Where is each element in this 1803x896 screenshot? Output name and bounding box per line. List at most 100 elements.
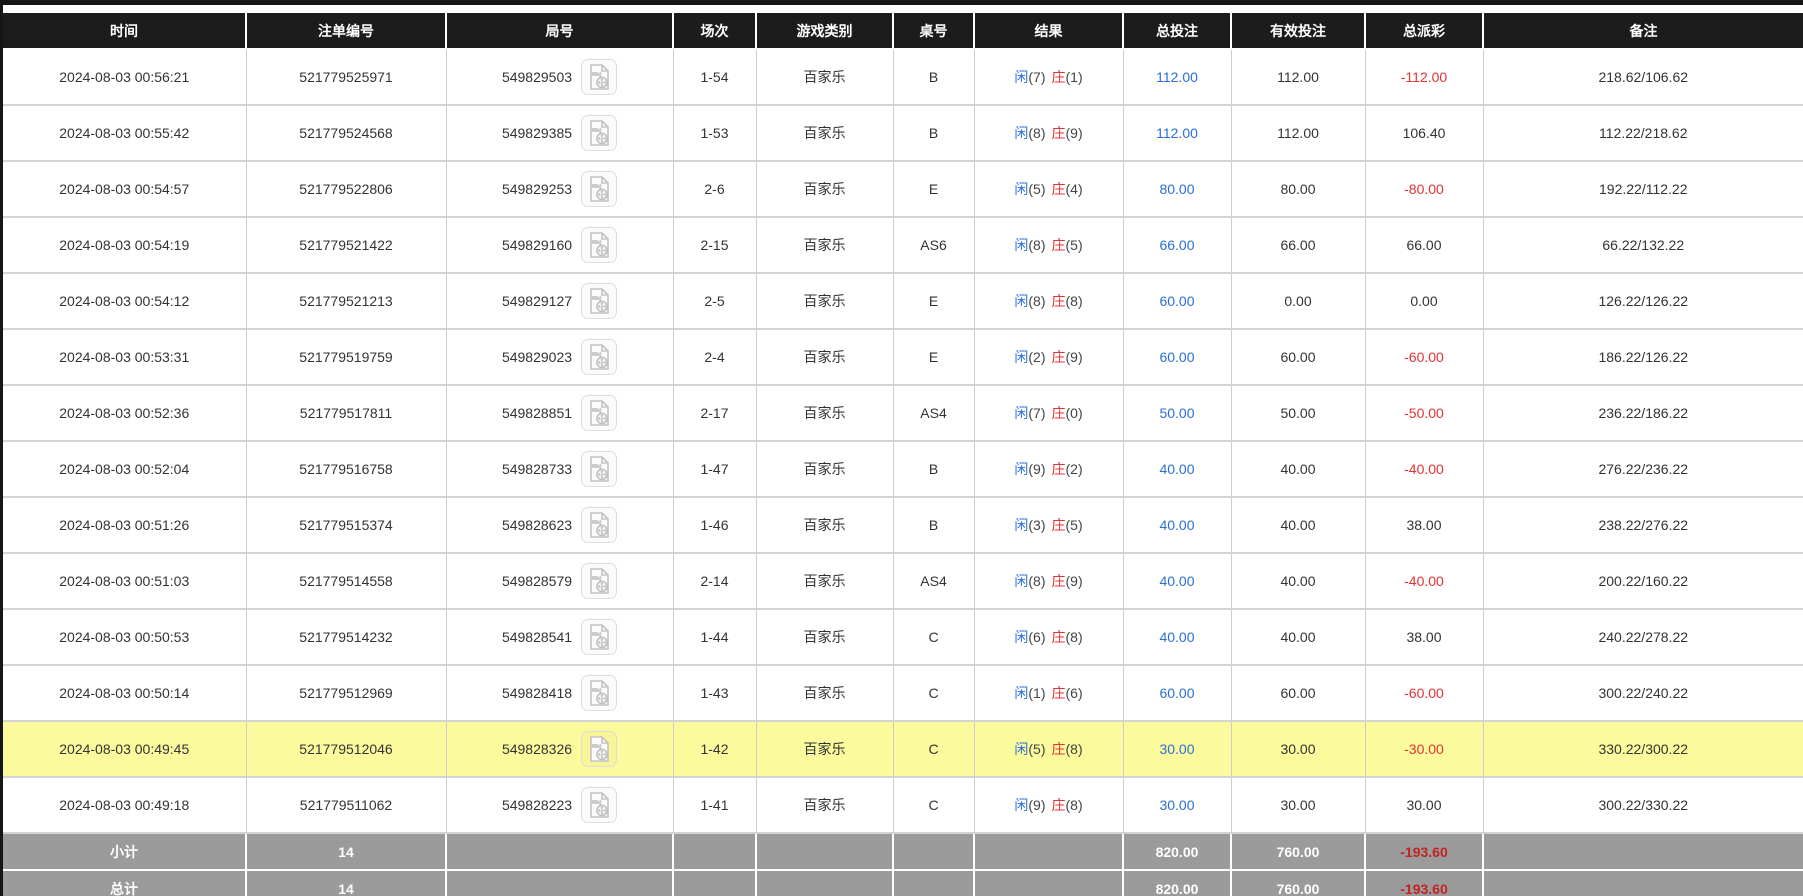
- result-banker-label: 庄: [1052, 797, 1066, 813]
- video-replay-icon[interactable]: [581, 283, 617, 319]
- cell-remark: 112.22/218.62: [1483, 105, 1803, 161]
- cell-payout: 0.00: [1365, 273, 1483, 329]
- table-wrap: 时间 注单编号 局号 场次 游戏类别 桌号 结果 总投注 有效投注 总派彩 备注…: [0, 5, 1803, 896]
- summary-empty-game: [756, 833, 893, 870]
- cell-time: 2024-08-03 00:54:19: [3, 217, 246, 273]
- table-row[interactable]: 2024-08-03 00:53:31 521779519759 5498290…: [3, 329, 1803, 385]
- table-row[interactable]: 2024-08-03 00:56:21 521779525971 5498295…: [3, 49, 1803, 105]
- bet-records-page: 时间 注单编号 局号 场次 游戏类别 桌号 结果 总投注 有效投注 总派彩 备注…: [0, 0, 1803, 896]
- cell-bet-id: 521779522806: [246, 161, 446, 217]
- cell-table-no: C: [893, 777, 974, 833]
- cell-game-type: 百家乐: [756, 385, 893, 441]
- cell-round-id: 549828851: [446, 385, 673, 441]
- result-banker-label: 庄: [1052, 685, 1066, 701]
- cell-valid-bet: 50.00: [1231, 385, 1365, 441]
- summary-label: 小计: [3, 833, 246, 870]
- column-header-table-no: 桌号: [893, 13, 974, 49]
- video-replay-icon[interactable]: [581, 619, 617, 655]
- table-row[interactable]: 2024-08-03 00:54:12 521779521213 5498291…: [3, 273, 1803, 329]
- cell-total-bet: 112.00: [1123, 49, 1231, 105]
- table-row[interactable]: 2024-08-03 00:51:03 521779514558 5498285…: [3, 553, 1803, 609]
- cell-round-id: 549829127: [446, 273, 673, 329]
- cell-total-bet: 80.00: [1123, 161, 1231, 217]
- cell-valid-bet: 112.00: [1231, 49, 1365, 105]
- cell-game-type: 百家乐: [756, 49, 893, 105]
- video-replay-icon[interactable]: [581, 339, 617, 375]
- round-number: 549828851: [502, 405, 572, 421]
- summary-empty-session: [673, 870, 756, 896]
- cell-time: 2024-08-03 00:54:57: [3, 161, 246, 217]
- summary-empty-table: [893, 870, 974, 896]
- cell-game-type: 百家乐: [756, 273, 893, 329]
- cell-total-bet: 66.00: [1123, 217, 1231, 273]
- video-replay-icon[interactable]: [581, 563, 617, 599]
- result-banker-points: (6): [1066, 685, 1083, 701]
- video-replay-icon[interactable]: [581, 227, 617, 263]
- cell-time: 2024-08-03 00:52:04: [3, 441, 246, 497]
- result-banker-points: (8): [1066, 741, 1083, 757]
- video-replay-icon[interactable]: [581, 787, 617, 823]
- video-replay-icon[interactable]: [581, 451, 617, 487]
- video-replay-icon[interactable]: [581, 395, 617, 431]
- video-replay-icon[interactable]: [581, 115, 617, 151]
- cell-payout: 30.00: [1365, 777, 1483, 833]
- table-row[interactable]: 2024-08-03 00:50:53 521779514232 5498285…: [3, 609, 1803, 665]
- summary-empty-table: [893, 833, 974, 870]
- cell-game-type: 百家乐: [756, 609, 893, 665]
- cell-bet-id: 521779512046: [246, 721, 446, 777]
- video-replay-icon[interactable]: [581, 507, 617, 543]
- cell-remark: 200.22/160.22: [1483, 553, 1803, 609]
- table-row[interactable]: 2024-08-03 00:50:14 521779512969 5498284…: [3, 665, 1803, 721]
- cell-game-type: 百家乐: [756, 329, 893, 385]
- result-player-points: (8): [1028, 237, 1045, 253]
- table-row[interactable]: 2024-08-03 00:55:42 521779524568 5498293…: [3, 105, 1803, 161]
- cell-total-bet: 50.00: [1123, 385, 1231, 441]
- result-player-label: 闲: [1014, 685, 1028, 701]
- result-banker-points: (5): [1066, 517, 1083, 533]
- column-header-total-bet: 总投注: [1123, 13, 1231, 49]
- table-row[interactable]: 2024-08-03 00:54:57 521779522806 5498292…: [3, 161, 1803, 217]
- cell-payout: -40.00: [1365, 553, 1483, 609]
- result-player-label: 闲: [1014, 125, 1028, 141]
- table-row[interactable]: 2024-08-03 00:49:18 521779511062 5498282…: [3, 777, 1803, 833]
- round-number: 549829023: [502, 349, 572, 365]
- table-row[interactable]: 2024-08-03 00:52:36 521779517811 5498288…: [3, 385, 1803, 441]
- cell-table-no: C: [893, 721, 974, 777]
- video-replay-icon[interactable]: [581, 171, 617, 207]
- cell-valid-bet: 40.00: [1231, 553, 1365, 609]
- cell-payout: -60.00: [1365, 329, 1483, 385]
- cell-result: 闲(5)庄(8): [974, 721, 1123, 777]
- video-replay-icon[interactable]: [581, 731, 617, 767]
- cell-table-no: C: [893, 665, 974, 721]
- cell-result: 闲(7)庄(0): [974, 385, 1123, 441]
- summary-empty-remark: [1483, 870, 1803, 896]
- cell-result: 闲(5)庄(4): [974, 161, 1123, 217]
- cell-payout: -80.00: [1365, 161, 1483, 217]
- video-replay-icon[interactable]: [581, 59, 617, 95]
- cell-total-bet: 40.00: [1123, 497, 1231, 553]
- round-number: 549829503: [502, 69, 572, 85]
- result-banker-label: 庄: [1052, 461, 1066, 477]
- table-row[interactable]: 2024-08-03 00:52:04 521779516758 5498287…: [3, 441, 1803, 497]
- video-replay-icon[interactable]: [581, 675, 617, 711]
- table-row[interactable]: 2024-08-03 00:51:26 521779515374 5498286…: [3, 497, 1803, 553]
- result-player-label: 闲: [1014, 237, 1028, 253]
- result-banker-label: 庄: [1052, 237, 1066, 253]
- cell-time: 2024-08-03 00:53:31: [3, 329, 246, 385]
- cell-table-no: E: [893, 161, 974, 217]
- cell-remark: 276.22/236.22: [1483, 441, 1803, 497]
- table-row[interactable]: 2024-08-03 00:49:45 521779512046 5498283…: [3, 721, 1803, 777]
- summary-valid-bet: 760.00: [1231, 870, 1365, 896]
- cell-total-bet: 112.00: [1123, 105, 1231, 161]
- cell-bet-id: 521779516758: [246, 441, 446, 497]
- cell-round-id: 549828733: [446, 441, 673, 497]
- cell-round-id: 549829503: [446, 49, 673, 105]
- table-row[interactable]: 2024-08-03 00:54:19 521779521422 5498291…: [3, 217, 1803, 273]
- cell-bet-id: 521779514232: [246, 609, 446, 665]
- summary-valid-bet: 760.00: [1231, 833, 1365, 870]
- cell-bet-id: 521779511062: [246, 777, 446, 833]
- result-player-label: 闲: [1014, 349, 1028, 365]
- summary-empty-result: [974, 870, 1123, 896]
- cell-table-no: B: [893, 441, 974, 497]
- result-banker-points: (8): [1066, 293, 1083, 309]
